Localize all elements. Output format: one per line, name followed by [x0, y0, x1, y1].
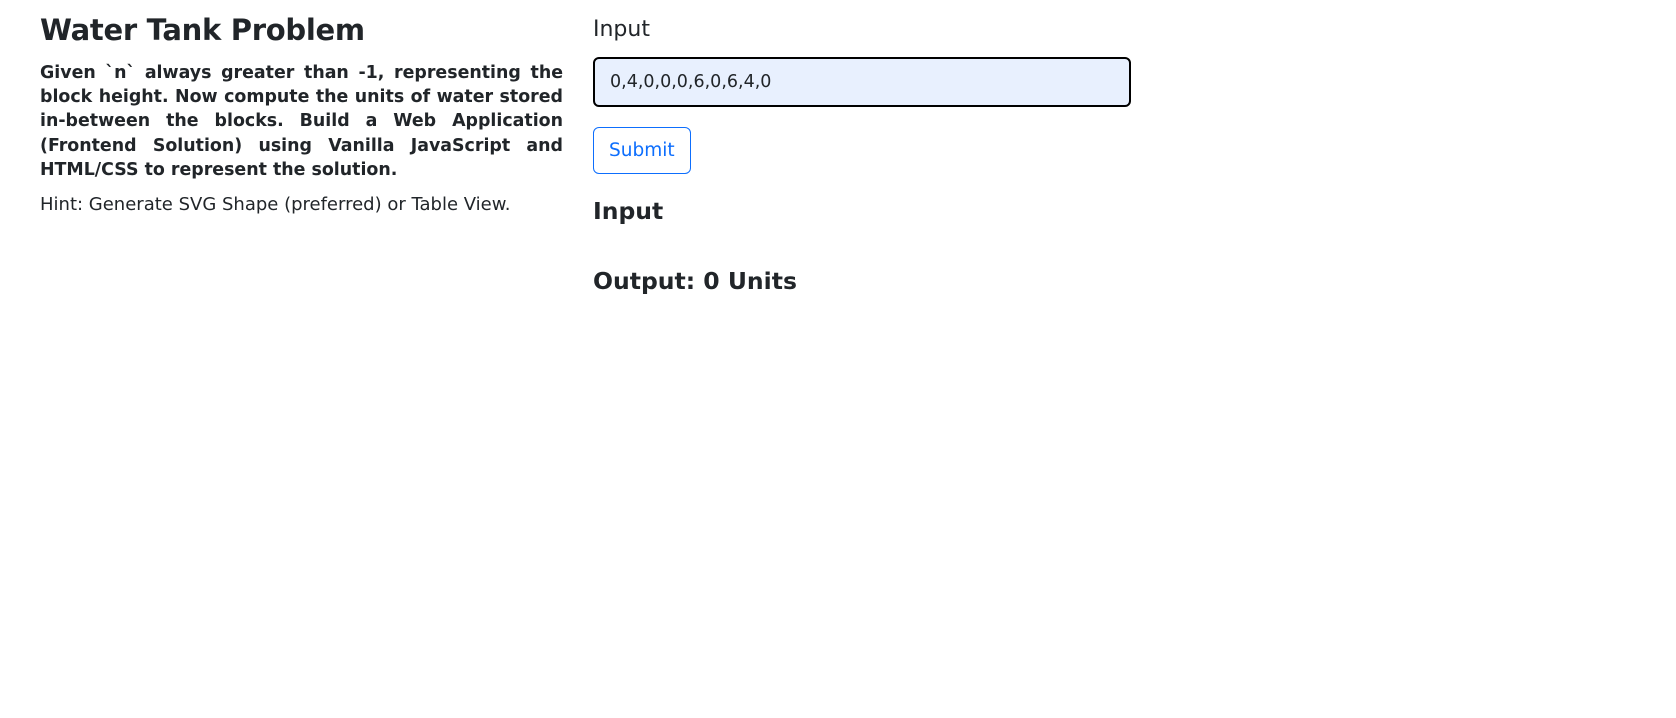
- page-title: Water Tank Problem: [40, 13, 365, 47]
- heights-input[interactable]: [593, 57, 1131, 107]
- output-result: Output: 0 Units: [593, 267, 797, 295]
- problem-statement: Given `n` always greater than -1, repres…: [40, 63, 563, 180]
- page: Water Tank Problem Given `n` always grea…: [0, 0, 1676, 718]
- problem-description-panel: Water Tank Problem Given `n` always grea…: [40, 10, 563, 217]
- solution-panel: Input Submit Input Output: 0 Units: [593, 13, 1133, 296]
- submit-button[interactable]: Submit: [593, 127, 691, 174]
- input-heading: Input: [593, 197, 664, 225]
- hint-text: Hint: Generate SVG Shape (preferred) or …: [40, 194, 511, 216]
- input-label: Input: [593, 17, 650, 42]
